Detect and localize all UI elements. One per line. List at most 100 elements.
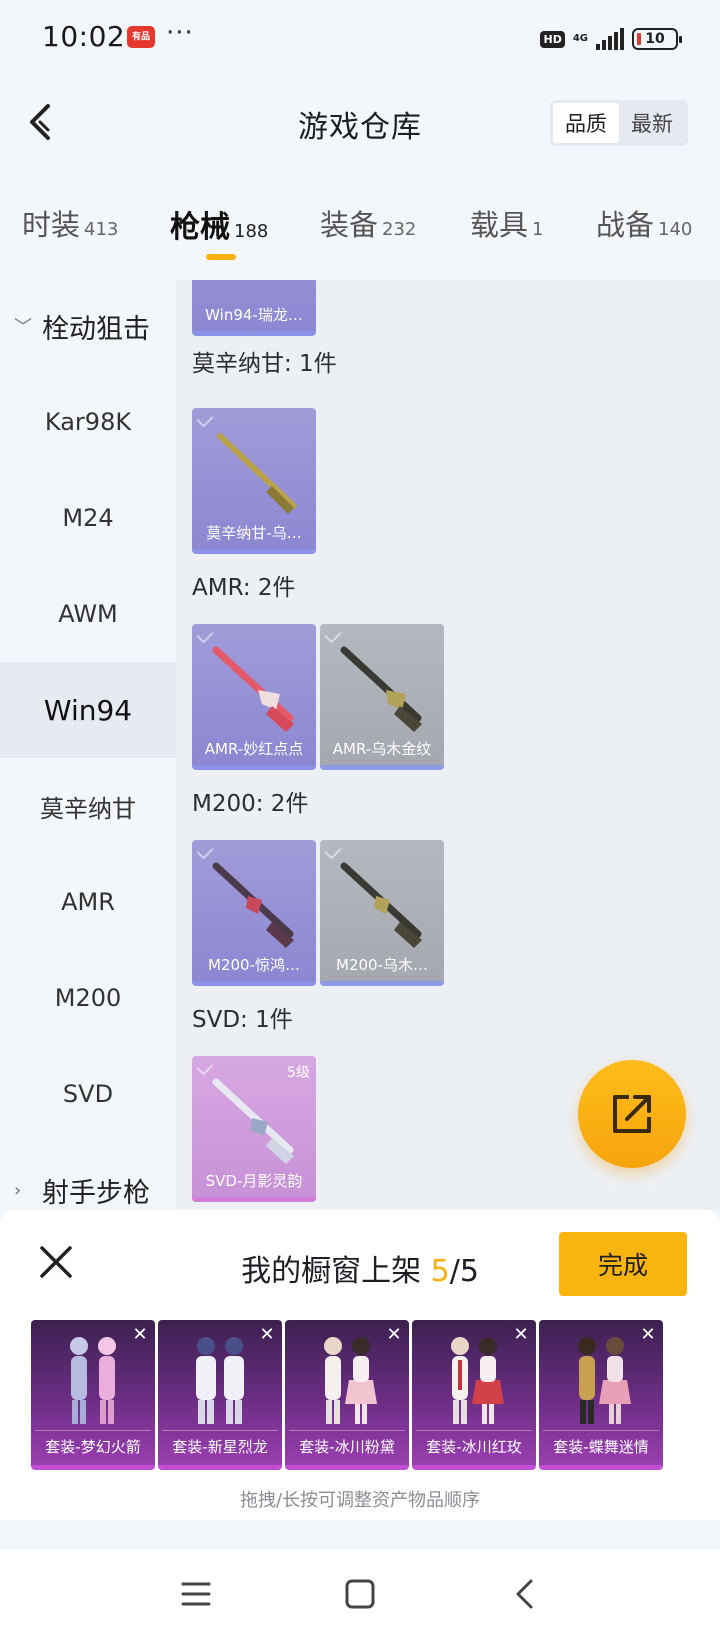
weapon-card[interactable]: 5级 SVD-月影灵韵 — [192, 1056, 316, 1202]
group-title: 莫辛纳甘: 1件 — [192, 351, 337, 377]
sidebar-item-m200[interactable]: M200 — [0, 950, 176, 1046]
remove-slot-icon[interactable]: ✕ — [256, 1324, 278, 1346]
chevron-down-icon: ﹀ — [14, 317, 32, 338]
sidebar-item-mosin[interactable]: 莫辛纳甘 — [0, 758, 176, 854]
weapon-card-name: SVD-月影灵韵 — [205, 1172, 303, 1190]
remove-slot-icon[interactable]: ✕ — [637, 1324, 659, 1346]
nav-home-button[interactable] — [330, 1564, 390, 1624]
chevron-right-icon: › — [14, 1179, 22, 1201]
reorder-hint: 拖拽/长按可调整资产物品顺序 — [239, 1490, 481, 1511]
sidebar-item-m24[interactable]: M24 — [0, 470, 176, 566]
more-notifications-icon: ··· — [166, 18, 194, 48]
tab-vehicles[interactable]: 载具 1 — [470, 202, 543, 244]
category-tabs: 时装 413 枪械 188 装备 232 载具 1 战备 140 — [0, 190, 720, 260]
hd-icon: HD — [540, 30, 565, 48]
showcase-panel: 我的橱窗上架 5/5 完成 ✕ 套装-梦幻火箭 ✕ 套装-新星烈龙 ✕ 套装-冰… — [0, 1210, 720, 1520]
tab-count: 413 — [84, 219, 119, 240]
weapon-card[interactable]: M200-惊鸿… — [192, 840, 316, 986]
showcase-total-count: 5 — [459, 1254, 479, 1289]
home-square-icon — [345, 1579, 375, 1609]
tab-count: 232 — [382, 219, 417, 240]
showcase-title-text: 我的橱窗上架 — [241, 1254, 431, 1289]
remove-slot-icon[interactable]: ✕ — [510, 1324, 532, 1346]
slot-name: 套装-冰川粉黛 — [285, 1430, 409, 1457]
weapon-card[interactable]: AMR-乌木金纹 — [320, 624, 444, 770]
tab-equipment[interactable]: 装备 232 — [320, 202, 416, 244]
share-button[interactable] — [578, 1060, 686, 1168]
tab-fashion[interactable]: 时装 413 — [22, 202, 118, 244]
remove-slot-icon[interactable]: ✕ — [129, 1324, 151, 1346]
weapon-card[interactable]: M200-乌木… — [320, 840, 444, 986]
system-nav-bar — [0, 1550, 720, 1640]
weapon-card-name: M200-惊鸿… — [208, 956, 300, 974]
status-indicators: HD 4G 10 — [540, 26, 682, 52]
remove-slot-icon[interactable]: ✕ — [383, 1324, 405, 1346]
rifle-icon — [340, 862, 422, 948]
outfit-figure-icon — [324, 1337, 377, 1424]
menu-icon — [181, 1582, 211, 1606]
sidebar-item-amr[interactable]: AMR — [0, 854, 176, 950]
sidebar-group-bolt-action[interactable]: ﹀ 栓动狙击 — [0, 296, 176, 356]
share-icon — [613, 1095, 651, 1133]
outfit-figure-icon — [196, 1337, 244, 1424]
status-time: 10:02 — [42, 20, 126, 53]
sidebar-item-kar98k[interactable]: Kar98K — [0, 374, 176, 470]
tab-label: 装备 — [320, 208, 379, 242]
rifle-icon — [212, 646, 294, 732]
tab-label: 载具 — [470, 208, 529, 242]
nav-back-button[interactable] — [494, 1564, 554, 1624]
showcase-slot[interactable]: ✕ 套装-蝶舞迷情 — [539, 1320, 663, 1470]
tab-combat-gear[interactable]: 战备 140 — [596, 202, 692, 244]
done-button[interactable]: 完成 — [559, 1232, 687, 1296]
rifle-icon — [217, 433, 297, 514]
showcase-slot[interactable]: ✕ 套装-梦幻火箭 — [31, 1320, 155, 1470]
weapon-card-name: AMR-乌木金纹 — [332, 740, 432, 758]
sort-quality-option[interactable]: 品质 — [553, 103, 619, 143]
weapon-card-name: Win94-瑞龙… — [205, 306, 303, 324]
battery-icon: 10 — [632, 28, 682, 50]
network-type-icon: 4G — [572, 33, 588, 44]
rifle-icon — [212, 1078, 294, 1164]
signal-icon — [596, 28, 624, 50]
nav-menu-button[interactable] — [166, 1564, 226, 1624]
sort-latest-option[interactable]: 最新 — [619, 103, 685, 143]
showcase-separator: / — [449, 1254, 460, 1289]
showcase-slot[interactable]: ✕ 套装-新星烈龙 — [158, 1320, 282, 1470]
sidebar-item-svd[interactable]: SVD — [0, 1046, 176, 1142]
tab-label: 战备 — [596, 208, 655, 242]
sidebar-item-awm[interactable]: AWM — [0, 566, 176, 662]
rifle-icon — [340, 646, 422, 732]
showcase-used-count: 5 — [430, 1254, 450, 1289]
status-bar: 10:02 有品 ··· HD 4G 10 — [0, 0, 720, 78]
slot-name: 套装-冰川红玫 — [412, 1430, 536, 1457]
group-title: M200: 2件 — [192, 791, 309, 817]
outfit-figure-icon — [451, 1337, 504, 1424]
weapon-card-name: M200-乌木… — [336, 956, 428, 974]
battery-level: 10 — [645, 31, 665, 47]
slot-name: 套装-梦幻火箭 — [31, 1430, 155, 1457]
app-notification-icon: 有品 — [127, 26, 155, 48]
sidebar-item-win94[interactable]: Win94 — [0, 662, 176, 758]
tab-label: 枪械 — [170, 210, 230, 245]
group-title: AMR: 2件 — [192, 575, 296, 601]
tab-count: 140 — [658, 219, 693, 240]
weapon-card-name: AMR-妙红点点 — [204, 740, 304, 758]
weapon-card-name: 莫辛纳甘-乌… — [206, 524, 302, 542]
tab-firearms[interactable]: 枪械 188 — [170, 202, 268, 246]
group-title: SVD: 1件 — [192, 1007, 293, 1033]
weapon-sidebar: ﹀ 栓动狙击 Kar98K M24 AWM Win94 莫辛纳甘 AMR M20… — [0, 280, 176, 1210]
sort-toggle: 品质 最新 — [550, 100, 688, 146]
back-chevron-icon — [516, 1579, 533, 1609]
showcase-slot[interactable]: ✕ 套装-冰川粉黛 — [285, 1320, 409, 1470]
weapon-card[interactable]: 莫辛纳甘-乌… — [192, 408, 316, 554]
sidebar-group-label: 射手步枪 — [42, 1177, 150, 1209]
sidebar-group-label: 栓动狙击 — [42, 313, 150, 345]
showcase-slot[interactable]: ✕ 套装-冰川红玫 — [412, 1320, 536, 1470]
outfit-figure-icon — [578, 1337, 631, 1424]
weapon-card[interactable]: AMR-妙红点点 — [192, 624, 316, 770]
header: 游戏仓库 品质 最新 — [0, 78, 720, 170]
tab-label: 时装 — [22, 208, 81, 242]
weapon-card[interactable]: Win94-瑞龙… — [192, 280, 316, 336]
tab-count: 1 — [532, 219, 544, 240]
slot-name: 套装-蝶舞迷情 — [539, 1430, 663, 1457]
